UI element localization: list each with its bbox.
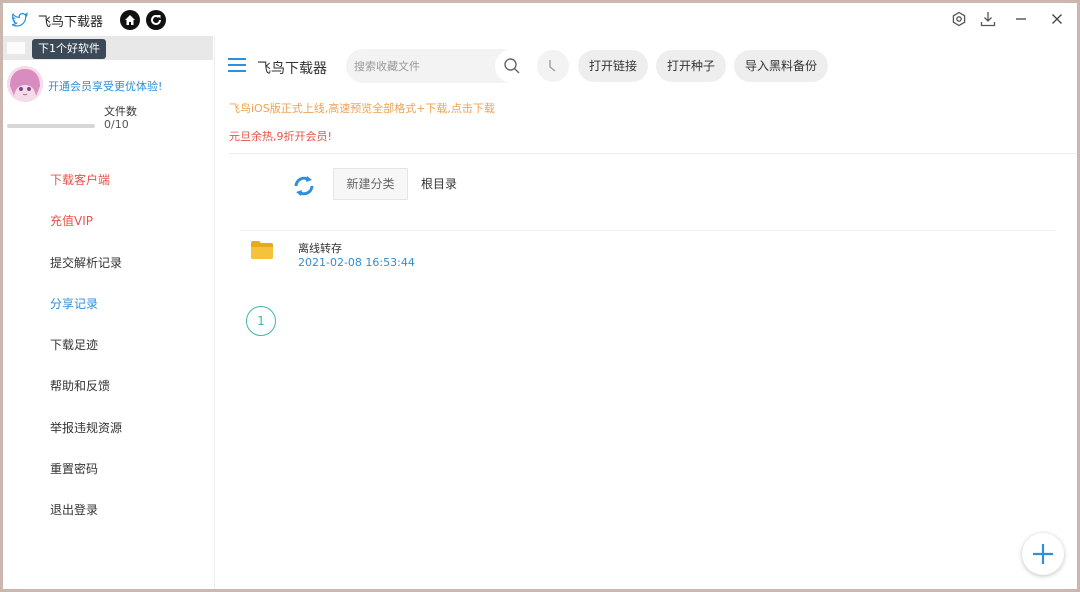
sidebar-item-submit-parse-records[interactable]: 提交解析记录 bbox=[3, 243, 213, 284]
folder-icon bbox=[251, 241, 273, 259]
files-count: 0/10 bbox=[104, 118, 129, 131]
search-button[interactable] bbox=[495, 49, 529, 83]
close-button[interactable] bbox=[1046, 8, 1068, 30]
sidebar: 下1个好软件 开通会员享受更优体验! 文件数 0/10 下载客户端 充值VIP … bbox=[3, 36, 215, 589]
file-date: 2021-02-08 16:53:44 bbox=[298, 256, 415, 269]
clock-icon bbox=[549, 60, 556, 72]
tooltip: 下1个好软件 bbox=[32, 39, 106, 59]
search-input[interactable] bbox=[354, 49, 494, 83]
settings-icon bbox=[952, 11, 966, 27]
home-button[interactable] bbox=[120, 10, 140, 30]
sidebar-item-download-history[interactable]: 下载足迹 bbox=[3, 325, 213, 366]
import-backup-button[interactable]: 导入黑料备份 bbox=[734, 50, 829, 82]
pagination-page[interactable]: 1 bbox=[246, 306, 276, 336]
files-progress-bar bbox=[7, 124, 95, 128]
sidebar-item-recharge-vip[interactable]: 充值VIP bbox=[3, 201, 213, 242]
plus-icon bbox=[1033, 544, 1053, 564]
promo-notice[interactable]: 元旦余热,9折开会员! bbox=[229, 128, 332, 144]
bird-logo-icon bbox=[12, 12, 28, 27]
sidebar-item-logout[interactable]: 退出登录 bbox=[3, 490, 213, 531]
divider bbox=[240, 230, 1055, 231]
menu-toggle-icon[interactable] bbox=[228, 58, 246, 72]
avatar[interactable] bbox=[7, 66, 43, 102]
page-title: 飞鸟下载器 bbox=[257, 61, 327, 77]
home-icon bbox=[125, 15, 135, 25]
file-name: 离线转存 bbox=[298, 242, 342, 255]
refresh-button[interactable] bbox=[146, 10, 166, 30]
open-link-button[interactable]: 打开链接 bbox=[578, 50, 649, 82]
history-button[interactable] bbox=[537, 50, 569, 82]
add-button[interactable] bbox=[1022, 533, 1064, 575]
avatar-image bbox=[7, 66, 43, 102]
download-button[interactable] bbox=[977, 8, 999, 30]
sidebar-item-share-records[interactable]: 分享记录 bbox=[3, 284, 213, 325]
refresh-icon bbox=[151, 14, 161, 25]
promo-tag bbox=[7, 42, 25, 54]
sidebar-item-help-feedback[interactable]: 帮助和反馈 bbox=[3, 366, 213, 407]
minimize-icon bbox=[1016, 18, 1026, 20]
sync-icon[interactable] bbox=[292, 175, 316, 197]
close-icon bbox=[1052, 14, 1062, 24]
new-category-button[interactable]: 新建分类 bbox=[333, 168, 408, 200]
promo-strip: 下1个好软件 bbox=[3, 36, 213, 60]
main-panel: 飞鸟下载器 打开链接 打开种子 导入黑料备份 飞鸟iOS版正式上线,高速预览全部… bbox=[216, 36, 1077, 589]
breadcrumb-root[interactable]: 根目录 bbox=[421, 175, 457, 192]
search-icon bbox=[504, 58, 520, 74]
search-box bbox=[346, 49, 529, 83]
sidebar-item-report-violation[interactable]: 举报违规资源 bbox=[3, 408, 213, 449]
title-bar: 飞鸟下载器 bbox=[3, 3, 1077, 36]
minimize-button[interactable] bbox=[1010, 8, 1032, 30]
settings-button[interactable] bbox=[948, 8, 970, 30]
ios-notice-link[interactable]: 飞鸟iOS版正式上线,高速预览全部格式+下载,点击下载 bbox=[229, 100, 495, 116]
divider bbox=[229, 153, 1077, 154]
files-label: 文件数 bbox=[104, 105, 137, 118]
app-title: 飞鸟下载器 bbox=[38, 15, 104, 30]
vip-upgrade-link[interactable]: 开通会员享受更优体验! bbox=[48, 78, 162, 94]
download-icon bbox=[980, 12, 996, 27]
sidebar-item-download-client[interactable]: 下载客户端 bbox=[3, 160, 213, 201]
open-torrent-button[interactable]: 打开种子 bbox=[656, 50, 727, 82]
sidebar-item-reset-password[interactable]: 重置密码 bbox=[3, 449, 213, 490]
app-window: 飞鸟下载器 下1个好软件 开通会员享受更优体验! 文件数 0/10 下载客户端 … bbox=[3, 3, 1077, 589]
sidebar-menu: 下载客户端 充值VIP 提交解析记录 分享记录 下载足迹 帮助和反馈 举报违规资… bbox=[3, 160, 213, 532]
file-list-item[interactable]: 离线转存 2021-02-08 16:53:44 bbox=[251, 238, 851, 274]
